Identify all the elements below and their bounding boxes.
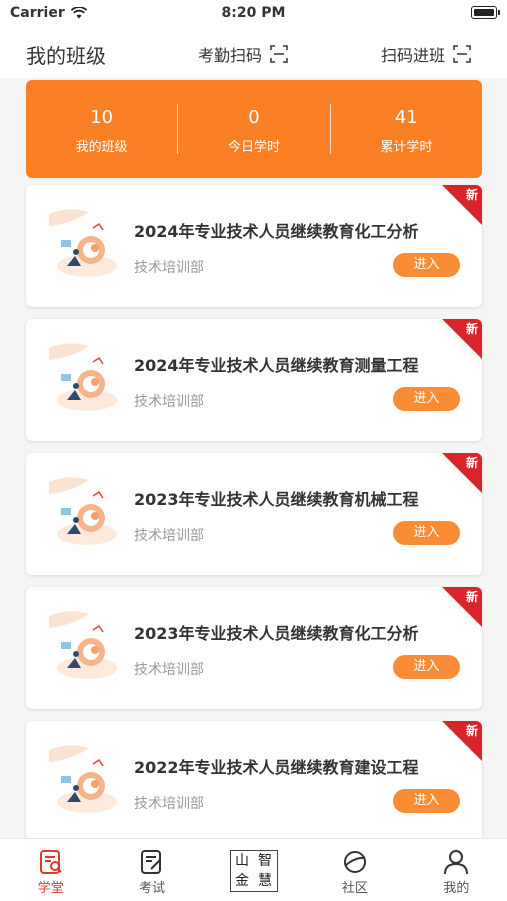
new-badge: 新: [442, 587, 482, 627]
stat-total-hours[interactable]: 41 累计学时: [331, 80, 482, 178]
enter-button[interactable]: 进入: [393, 655, 460, 679]
stat-value: 10: [90, 107, 114, 128]
stat-label: 累计学时: [380, 140, 433, 155]
tab-bar: 学堂 考试 山 智 金 慧 社区 我的: [0, 838, 507, 901]
new-badge-label: 新: [465, 590, 478, 604]
course-title: 2022年专业技术人员继续教育建设工程: [134, 758, 419, 777]
logo-char: 山: [235, 853, 250, 869]
course-title: 2024年专业技术人员继续教育测量工程: [134, 356, 419, 375]
course-thumbnail: [49, 474, 123, 554]
exam-icon: [141, 850, 162, 874]
stat-value: 41: [394, 107, 418, 128]
tab-study[interactable]: 学堂: [0, 839, 101, 901]
page-header: 我的班级 考勤扫码 扫码进班: [0, 28, 507, 78]
course-title: 2023年专业技术人员继续教育化工分析: [134, 624, 419, 643]
enter-button[interactable]: 进入: [393, 387, 460, 411]
stat-value: 0: [248, 107, 260, 128]
course-title: 2024年专业技术人员继续教育化工分析: [134, 222, 419, 241]
course-title: 2023年专业技术人员继续教育机械工程: [134, 490, 419, 509]
tab-profile[interactable]: 我的: [406, 839, 507, 901]
community-icon: [343, 851, 366, 873]
new-badge-label: 新: [465, 188, 478, 202]
status-bar: Carrier 8:20 PM: [0, 0, 507, 28]
new-badge-label: 新: [465, 322, 478, 336]
logo-char: 智: [258, 853, 273, 869]
stat-my-classes[interactable]: 10 我的班级: [26, 80, 177, 178]
study-icon: [39, 850, 62, 874]
stats-panel: 10 我的班级 0 今日学时 41 累计学时: [26, 80, 482, 178]
course-department: 技术培训部: [134, 528, 204, 544]
course-department: 技术培训部: [134, 260, 204, 276]
app-logo: 山 智 金 慧: [229, 850, 278, 892]
tab-label: 学堂: [37, 881, 64, 896]
clock: 8:20 PM: [221, 5, 286, 21]
new-badge: 新: [442, 319, 482, 359]
enter-button[interactable]: 进入: [393, 521, 460, 545]
scan-icon: [453, 45, 471, 63]
new-badge-label: 新: [465, 724, 478, 738]
tab-exam[interactable]: 考试: [101, 839, 202, 901]
stat-label: 今日学时: [227, 140, 280, 155]
course-card[interactable]: 2023年专业技术人员继续教育化工分析 技术培训部 进入 新: [26, 587, 482, 709]
new-badge-label: 新: [465, 456, 478, 470]
tab-label: 考试: [139, 881, 166, 896]
page-title: 我的班级: [26, 44, 106, 68]
tab-label: 社区: [341, 881, 368, 896]
new-badge: 新: [442, 185, 482, 225]
course-card[interactable]: 2024年专业技术人员继续教育测量工程 技术培训部 进入 新: [26, 319, 482, 441]
course-department: 技术培训部: [134, 662, 204, 678]
logo-char: 金: [235, 873, 250, 889]
course-thumbnail: [49, 742, 123, 822]
logo-char: 慧: [258, 873, 273, 889]
enter-button[interactable]: 进入: [393, 253, 460, 277]
course-thumbnail: [49, 206, 123, 286]
join-scan-label: 扫码进班: [381, 46, 446, 65]
attendance-scan-label: 考勤扫码: [198, 46, 263, 65]
join-class-scan-button[interactable]: 扫码进班: [381, 42, 471, 66]
scan-icon: [270, 45, 288, 63]
course-department: 技术培训部: [134, 796, 204, 812]
course-card[interactable]: 2022年专业技术人员继续教育建设工程 技术培训部 进入 新: [26, 721, 482, 843]
battery-icon: [471, 6, 500, 19]
tab-logo[interactable]: 山 智 金 慧: [203, 839, 304, 901]
new-badge: 新: [442, 453, 482, 493]
tab-community[interactable]: 社区: [304, 839, 405, 901]
course-thumbnail: [49, 340, 123, 420]
course-thumbnail: [49, 608, 123, 688]
course-card[interactable]: 2023年专业技术人员继续教育机械工程 技术培训部 进入 新: [26, 453, 482, 575]
course-card[interactable]: 2024年专业技术人员继续教育化工分析 技术培训部 进入 新: [26, 185, 482, 307]
stat-today-hours[interactable]: 0 今日学时: [178, 80, 329, 178]
course-department: 技术培训部: [134, 394, 204, 410]
enter-button[interactable]: 进入: [393, 789, 460, 813]
profile-icon: [444, 850, 469, 875]
stat-label: 我的班级: [75, 140, 128, 155]
attendance-scan-button[interactable]: 考勤扫码: [198, 42, 288, 66]
tab-label: 我的: [443, 881, 470, 896]
new-badge: 新: [442, 721, 482, 761]
